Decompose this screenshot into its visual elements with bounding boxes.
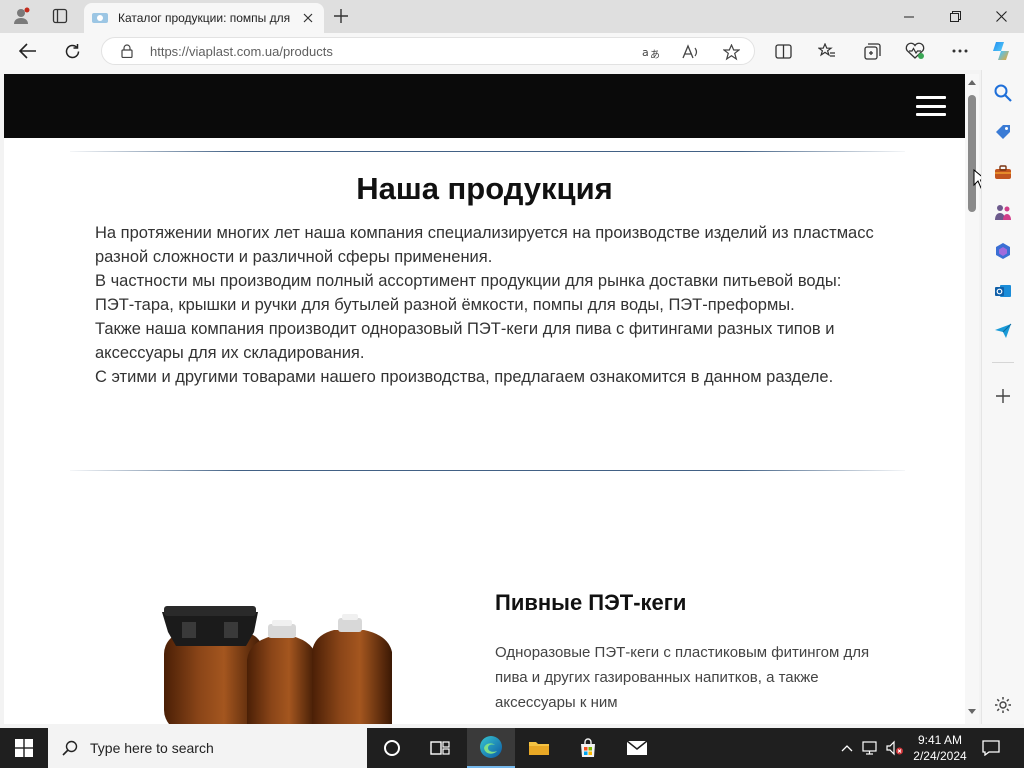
close-tab-icon[interactable] [300,10,316,26]
taskbar-clock[interactable]: 9:41 AM 2/24/2024 [905,732,975,764]
browser-tab-strip: Каталог продукции: помпы для [0,0,1024,33]
intro-paragraph: На протяжении многих лет наша компания с… [95,224,874,266]
taskbar-search-box[interactable]: Type here to search [48,728,367,768]
svg-text:a: a [642,46,649,59]
scroll-thumb[interactable] [968,95,976,212]
profile-icon[interactable] [8,4,34,28]
svg-text:あ: あ [650,49,660,60]
cortana-icon[interactable] [368,728,416,768]
intro-paragraph: Также наша компания производит одноразов… [95,320,835,362]
back-button[interactable] [13,37,43,65]
tools-icon[interactable] [992,161,1014,183]
restore-icon[interactable] [932,0,978,33]
translate-icon[interactable]: aあ [642,43,660,61]
mail-icon[interactable] [613,728,661,768]
site-header [4,74,965,138]
page-viewport: Наша продукция На протяжении многих лет … [4,74,965,724]
games-icon[interactable] [992,201,1014,223]
windows-start-icon[interactable] [0,728,48,768]
task-view-icon[interactable] [416,728,464,768]
active-tab[interactable]: Каталог продукции: помпы для [84,3,324,33]
edge-taskbar-icon[interactable] [467,728,515,768]
page-title: Наша продукция [356,171,613,206]
collections-icon[interactable] [857,37,887,65]
product-description: Одноразовые ПЭТ-кеги с пластиковым фитин… [495,644,870,711]
address-bar[interactable]: https://viaplast.com.ua/products aあ [101,37,755,65]
lock-icon[interactable] [120,44,134,58]
taskbar-search-placeholder[interactable]: Type here to search [90,740,214,756]
tab-title: Каталог продукции: помпы для [118,11,291,25]
sidebar-settings-icon[interactable] [992,694,1014,716]
intro-paragraph: В частности мы производим полный ассорти… [95,272,842,314]
drop-send-icon[interactable] [992,320,1014,342]
refresh-button[interactable] [57,37,87,65]
shopping-tag-icon[interactable] [992,121,1014,143]
copilot-icon[interactable] [986,37,1016,65]
taskbar-search-icon [62,740,78,756]
notifications-icon[interactable] [982,739,1000,757]
pet-kegs-image[interactable] [154,602,414,724]
menu-hamburger-icon[interactable] [916,96,946,116]
scroll-down-icon[interactable] [968,708,976,716]
intro-paragraph: С этими и другими товарами нашего произв… [95,368,834,386]
microsoft365-icon[interactable] [992,240,1014,262]
new-tab-button[interactable] [330,5,352,27]
close-window-icon[interactable] [978,0,1024,33]
scroll-up-icon[interactable] [968,78,976,86]
add-sidebar-app-icon[interactable] [992,385,1014,407]
section-divider-bottom [70,470,905,471]
windows-taskbar: Type here to search 9:41 AM 2/24/2024 [0,728,1024,768]
microsoft-store-icon[interactable] [564,728,612,768]
read-aloud-icon[interactable] [682,43,700,61]
favorites-icon[interactable] [812,37,842,65]
browser-essentials-icon[interactable] [900,37,930,65]
more-options-icon[interactable] [945,37,975,65]
site-favicon [92,12,108,24]
network-icon[interactable] [862,739,880,757]
section-divider-top [70,151,905,152]
tab-actions-icon[interactable] [47,4,73,28]
browser-toolbar: https://viaplast.com.ua/products aあ [0,33,1024,70]
edge-sidebar [981,70,1024,724]
minimize-icon[interactable] [886,0,932,33]
clock-date: 2/24/2024 [913,749,967,763]
url-text[interactable]: https://viaplast.com.ua/products [150,44,333,59]
volume-muted-icon[interactable] [886,739,904,757]
file-explorer-icon[interactable] [515,728,563,768]
favorite-star-icon[interactable] [722,43,740,61]
show-hidden-icons-chevron-icon[interactable] [838,739,856,757]
product-title[interactable]: Пивные ПЭТ-кеги [495,590,686,616]
sidebar-separator [992,362,1014,363]
clock-time: 9:41 AM [917,733,963,747]
search-icon[interactable] [992,82,1014,104]
outlook-icon[interactable] [992,280,1014,302]
split-screen-icon[interactable] [768,37,798,65]
intro-text: На протяжении многих лет наша компания с… [95,221,885,389]
